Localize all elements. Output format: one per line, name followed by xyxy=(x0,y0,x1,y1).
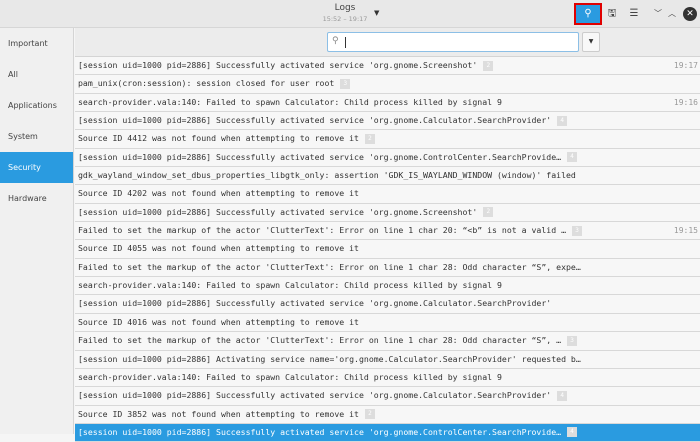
log-row[interactable]: [session uid=1000 pid=2886] Successfully… xyxy=(75,57,700,76)
save-icon: 🖫 xyxy=(607,8,617,19)
close-icon: ✕ xyxy=(686,9,694,19)
log-message: Failed to set the markup of the actor 'C… xyxy=(78,335,562,346)
sidebar-item-security[interactable]: Security xyxy=(0,152,73,183)
log-message: Source ID 4016 was not found when attemp… xyxy=(78,316,359,327)
title-dropdown-icon[interactable]: ▼ xyxy=(374,9,379,17)
log-row[interactable]: [session uid=1000 pid=2886] Successfully… xyxy=(75,203,700,223)
log-message: Source ID 3852 was not found when attemp… xyxy=(78,408,359,419)
log-timestamp: 19:16 xyxy=(673,97,698,107)
log-message: [session uid=1000 pid=2886] Successfully… xyxy=(78,60,478,70)
log-message: search-provider.vala:140: Failed to spaw… xyxy=(78,280,502,291)
repeat-count-badge: 2 xyxy=(364,133,375,144)
save-button[interactable]: 🖫 xyxy=(604,5,620,23)
maximize-button[interactable]: ︿ xyxy=(666,5,678,23)
log-row[interactable]: [session uid=1000 pid=2886] Successfully… xyxy=(75,112,700,131)
log-row[interactable]: Failed to set the markup of the actor 'C… xyxy=(75,222,700,241)
log-row[interactable]: Source ID 4412 was not found when attemp… xyxy=(75,130,700,149)
chevron-down-icon: ﹀ xyxy=(654,9,662,18)
log-message: [session uid=1000 pid=2886] Successfully… xyxy=(78,426,562,437)
log-row[interactable]: search-provider.vala:140: Failed to spaw… xyxy=(75,277,700,296)
chevron-up-icon: ︿ xyxy=(668,9,676,18)
search-input[interactable]: ⚲ xyxy=(327,32,579,52)
repeat-count-badge: 3 xyxy=(567,335,578,346)
repeat-count-badge: 4 xyxy=(567,152,578,163)
log-message: [session uid=1000 pid=2886] Successfully… xyxy=(78,115,552,126)
log-row[interactable]: Source ID 3852 was not found when attemp… xyxy=(75,405,700,424)
search-icon: ⚲ xyxy=(584,8,592,19)
log-message: [session uid=1000 pid=2886] Successfully… xyxy=(78,298,552,309)
close-button[interactable]: ✕ xyxy=(683,7,697,21)
hamburger-icon: ☰ xyxy=(629,8,639,19)
log-row[interactable]: gdk_wayland_window_set_dbus_properties_l… xyxy=(75,167,700,186)
log-message: Source ID 4412 was not found when attemp… xyxy=(78,133,359,144)
log-message: pam_unix(cron:session): session closed f… xyxy=(78,78,335,89)
window-title: Logs xyxy=(334,3,356,13)
sidebar-item-system[interactable]: System xyxy=(0,121,73,152)
search-options-button[interactable]: ▼ xyxy=(582,32,600,52)
log-row[interactable]: search-provider.vala:140: Failed to spaw… xyxy=(75,93,700,113)
repeat-count-badge: 4 xyxy=(567,427,578,438)
log-row[interactable]: [session uid=1000 pid=2886] Successfully… xyxy=(75,295,700,314)
log-timestamp: 19:15 xyxy=(673,226,698,236)
log-row[interactable]: [session uid=1000 pid=2886] Successfully… xyxy=(75,387,700,406)
log-message: search-provider.vala:140: Failed to spaw… xyxy=(78,371,502,382)
log-row[interactable]: [session uid=1000 pid=2886] Activating s… xyxy=(75,350,700,369)
log-timestamp: 19:17 xyxy=(673,61,698,70)
log-message: Source ID 4202 was not found when attemp… xyxy=(78,188,359,199)
repeat-count-badge: 3 xyxy=(340,78,351,89)
text-cursor xyxy=(345,37,346,48)
sidebar-item-all[interactable]: All xyxy=(0,59,73,90)
header-bar: Logs 15:52 – 19:17 ▼ ⚲ 🖫 ☰ ﹀ ︿ ✕ xyxy=(0,0,700,28)
sidebar-item-important[interactable]: Important xyxy=(0,28,73,59)
log-row[interactable]: pam_unix(cron:session): session closed f… xyxy=(75,75,700,94)
log-message: Failed to set the markup of the actor 'C… xyxy=(78,225,566,236)
dropdown-arrow-icon: ▼ xyxy=(588,38,594,45)
repeat-count-badge: 4 xyxy=(557,115,568,126)
menu-button[interactable]: ☰ xyxy=(626,5,642,23)
sidebar-item-applications[interactable]: Applications xyxy=(0,90,73,121)
log-row[interactable]: Failed to set the markup of the actor 'C… xyxy=(75,258,700,278)
log-list: [session uid=1000 pid=2886] Successfully… xyxy=(75,57,700,442)
repeat-count-badge: 3 xyxy=(572,225,582,236)
log-message: [session uid=1000 pid=2886] Successfully… xyxy=(78,390,552,401)
log-message: [session uid=1000 pid=2886] Activating s… xyxy=(78,353,581,364)
log-row[interactable]: Source ID 4202 was not found when attemp… xyxy=(75,185,700,204)
repeat-count-badge: 2 xyxy=(483,207,494,218)
category-sidebar: Important All Applications System Securi… xyxy=(0,28,74,434)
search-toggle-button[interactable]: ⚲ xyxy=(574,3,602,25)
search-icon: ⚲ xyxy=(332,36,339,46)
log-message: [session uid=1000 pid=2886] Successfully… xyxy=(78,151,562,162)
log-message: Failed to set the markup of the actor 'C… xyxy=(78,261,581,272)
search-bar: ⚲ ▼ xyxy=(75,28,700,57)
log-row[interactable]: Failed to set the markup of the actor 'C… xyxy=(75,332,700,351)
log-row[interactable]: [session uid=1000 pid=2886] Successfully… xyxy=(75,148,700,168)
log-row[interactable]: search-provider.vala:140: Failed to spaw… xyxy=(75,368,700,388)
repeat-count-badge: 4 xyxy=(557,390,568,401)
minimize-button[interactable]: ﹀ xyxy=(652,5,664,23)
repeat-count-badge: 2 xyxy=(483,60,494,71)
time-range: 15:52 – 19:17 xyxy=(322,15,368,23)
log-message: search-provider.vala:140: Failed to spaw… xyxy=(78,96,502,107)
log-message: gdk_wayland_window_set_dbus_properties_l… xyxy=(78,170,576,181)
log-row[interactable]: Source ID 4016 was not found when attemp… xyxy=(75,313,700,333)
log-row[interactable]: Source ID 4055 was not found when attemp… xyxy=(75,240,700,259)
log-message: [session uid=1000 pid=2886] Successfully… xyxy=(78,206,478,217)
repeat-count-badge: 2 xyxy=(364,409,375,420)
sidebar-item-hardware[interactable]: Hardware xyxy=(0,183,73,214)
log-message: Source ID 4055 was not found when attemp… xyxy=(78,243,359,254)
log-row[interactable]: [session uid=1000 pid=2886] Successfully… xyxy=(75,423,700,442)
